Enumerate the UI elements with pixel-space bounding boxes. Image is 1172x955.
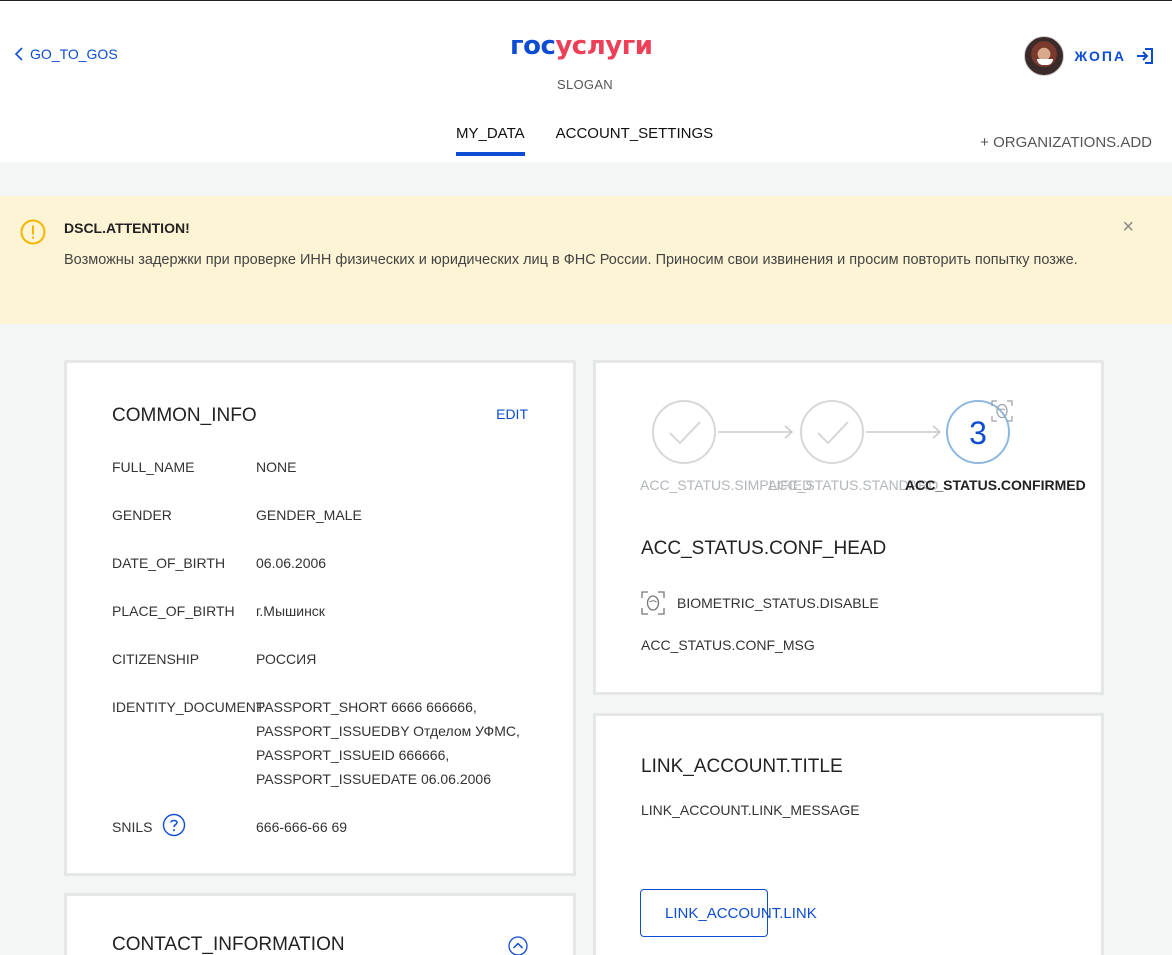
logo-part-uslugi: услуги <box>555 31 653 61</box>
warning-icon <box>20 219 46 245</box>
link-account-title: LINK_ACCOUNT.TITLE <box>641 756 843 777</box>
gosuslugi-logo[interactable]: госуслуги <box>510 31 653 61</box>
info-value: 666-666-66 69 <box>256 819 348 835</box>
passport-line: PASSPORT_ISSUEDATE 06.06.2006 <box>256 771 492 787</box>
link-account-button-label: LINK_ACCOUNT.LINK <box>665 905 817 922</box>
step-label-confirmed: ACC_STATUS.CONFIRMED <box>905 477 1086 493</box>
close-icon[interactable]: × <box>1122 216 1134 239</box>
info-label: CITIZENSHIP <box>112 651 200 667</box>
user-name[interactable]: ЖОПА <box>1074 48 1126 64</box>
info-label: GENDER <box>112 507 172 523</box>
user-menu[interactable]: ЖОПА <box>1024 36 1154 76</box>
logo-part-gos: гос <box>510 31 556 61</box>
chevron-up-icon[interactable] <box>508 936 528 955</box>
info-label: FULL_NAME <box>112 459 195 475</box>
biometric-status: BIOMETRIC_STATUS.DISABLE <box>641 591 879 615</box>
biometric-icon <box>991 400 1013 422</box>
biometric-status-label: BIOMETRIC_STATUS.DISABLE <box>677 595 879 611</box>
link-account-button[interactable]: LINK_ACCOUNT.LINK <box>640 889 817 937</box>
info-value: NONE <box>256 459 297 475</box>
link-account-message: LINK_ACCOUNT.LINK_MESSAGE <box>641 802 860 818</box>
help-icon[interactable] <box>162 813 186 837</box>
check-icon <box>817 421 849 445</box>
account-status-card: 3 ACC_STATUS.SIMPLIFIED ACC_STATUS.STAND… <box>593 360 1104 695</box>
logout-icon[interactable] <box>1136 47 1154 65</box>
check-icon <box>669 421 701 445</box>
info-label: IDENTITY_DOCUMENT <box>112 699 265 715</box>
info-value: 06.06.2006 <box>256 555 327 571</box>
passport-line: PASSPORT_ISSUEID 666666, <box>256 747 450 763</box>
info-label: SNILS <box>112 819 153 835</box>
go-to-gos-link[interactable]: GO_TO_GOS <box>14 46 118 62</box>
step-simplified <box>652 400 716 464</box>
info-value: г.Мышинск <box>256 603 325 619</box>
page-header: GO_TO_GOS госуслуги SLOGAN ЖОПА MY_DATA … <box>0 0 1172 162</box>
tab-account-settings[interactable]: ACCOUNT_SETTINGS <box>556 125 714 154</box>
biometric-icon <box>641 591 665 615</box>
slogan: SLOGAN <box>557 77 613 92</box>
passport-line: PASSPORT_SHORT 6666 666666, <box>256 699 477 715</box>
common-info-card: COMMON_INFO EDIT FULL_NAME NONE GENDER G… <box>64 360 576 876</box>
status-message: ACC_STATUS.CONF_MSG <box>641 637 815 653</box>
info-row-identity-document: IDENTITY_DOCUMENT PASSPORT_SHORT 6666 66… <box>112 695 532 791</box>
info-value: GENDER_MALE <box>256 507 362 523</box>
main-tabs: MY_DATA ACCOUNT_SETTINGS <box>456 125 714 156</box>
info-value: PASSPORT_SHORT 6666 666666, PASSPORT_ISS… <box>256 695 536 791</box>
passport-line: PASSPORT_ISSUEDBY Отделом УФМС, <box>256 723 520 739</box>
contact-information-title: CONTACT_INFORMATION <box>112 934 345 955</box>
info-label: DATE_OF_BIRTH <box>112 555 226 571</box>
info-value: РОССИЯ <box>256 651 317 667</box>
tab-my-data[interactable]: MY_DATA <box>456 125 525 156</box>
add-organization-link[interactable]: + ORGANIZATIONS.ADD <box>980 134 1152 151</box>
arrow-right-icon <box>718 425 794 439</box>
attention-banner: DSCL.ATTENTION! Возможны задержки при пр… <box>0 196 1172 324</box>
link-account-card: LINK_ACCOUNT.TITLE LINK_ACCOUNT.LINK_MES… <box>593 713 1104 955</box>
step-standard <box>800 400 864 464</box>
banner-text: Возможны задержки при проверке ИНН физич… <box>64 252 1078 268</box>
chevron-left-icon <box>14 47 23 61</box>
go-to-gos-label: GO_TO_GOS <box>30 46 118 62</box>
info-label: PLACE_OF_BIRTH <box>112 603 235 619</box>
common-info-title: COMMON_INFO <box>112 405 257 426</box>
edit-button[interactable]: EDIT <box>496 406 528 422</box>
avatar[interactable] <box>1024 36 1065 76</box>
banner-title: DSCL.ATTENTION! <box>64 220 190 236</box>
contact-information-card: CONTACT_INFORMATION <box>64 893 576 955</box>
status-heading: ACC_STATUS.CONF_HEAD <box>641 538 887 559</box>
arrow-right-icon <box>866 425 942 439</box>
